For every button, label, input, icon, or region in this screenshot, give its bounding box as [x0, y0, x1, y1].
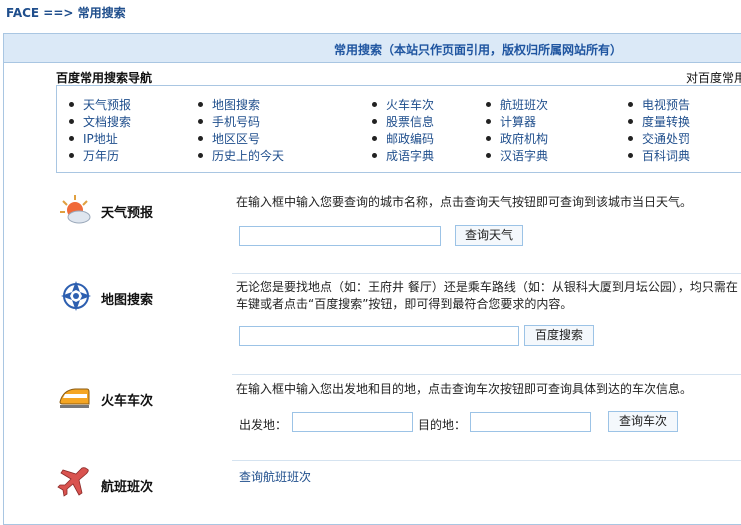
train-title: 火车车次 — [101, 394, 154, 409]
nav-link-flight[interactable]: 航班班次 — [486, 96, 548, 113]
nav-link-calculator[interactable]: 计算器 — [486, 113, 536, 130]
nav-link-mobile[interactable]: 手机号码 — [198, 113, 260, 130]
page-banner: 常用搜索（本站只作页面引用，版权归所属网站所有） — [4, 34, 741, 63]
map-icon — [61, 281, 91, 311]
bullet — [628, 153, 633, 158]
map-desc-line1: 无论您是要找地点（如：王府井 餐厅）还是乘车路线（如：从银科大厦到月坛公园），均… — [236, 280, 738, 294]
nav-link-calendar[interactable]: 万年历 — [69, 147, 119, 164]
nav-link-government[interactable]: 政府机构 — [486, 130, 548, 147]
bullet — [372, 102, 377, 107]
divider — [232, 460, 741, 461]
nav-title: 百度常用搜索导航 — [56, 71, 153, 85]
bullet — [628, 102, 633, 107]
banner-title: 常用搜索（本站只作页面引用，版权归所属网站所有） — [334, 43, 623, 57]
bullet — [372, 136, 377, 141]
bullet — [198, 102, 203, 107]
baidu-search-button[interactable]: 百度搜索 — [524, 325, 594, 346]
bullet — [486, 102, 491, 107]
nav-link-idiom[interactable]: 成语字典 — [372, 147, 434, 164]
bullet — [69, 153, 74, 158]
query-train-button[interactable]: 查询车次 — [608, 411, 678, 432]
nav-link-units[interactable]: 度量转换 — [628, 113, 690, 130]
bullet — [628, 136, 633, 141]
nav-box: 天气预报 文档搜索 IP地址 万年历 地图搜索 手机号码 地区区号 历史上的今天… — [56, 85, 741, 173]
nav-link-ip[interactable]: IP地址 — [69, 130, 118, 147]
from-input[interactable] — [292, 412, 413, 432]
map-desc-line2: 车键或者点击“百度搜索”按钮，即可得到最符合您要求的内容。 — [236, 297, 573, 311]
query-flight-link[interactable]: 查询航班班次 — [239, 468, 311, 485]
nav-link-train[interactable]: 火车车次 — [372, 96, 434, 113]
train-icon — [59, 388, 90, 408]
nav-link-postcode[interactable]: 邮政编码 — [372, 130, 434, 147]
nav-link-traffic[interactable]: 交通处罚 — [628, 130, 690, 147]
to-input[interactable] — [470, 412, 591, 432]
bullet — [198, 136, 203, 141]
weather-desc: 在输入框中输入您要查询的城市名称，点击查询天气按钮即可查询到该城市当日天气。 — [236, 195, 693, 209]
bullet — [198, 153, 203, 158]
bullet — [69, 119, 74, 124]
nav-link-map[interactable]: 地图搜索 — [198, 96, 260, 113]
bullet — [198, 119, 203, 124]
breadcrumb: FACE ==> 常用搜索 — [6, 6, 126, 20]
city-input[interactable] — [239, 226, 441, 246]
bullet — [486, 136, 491, 141]
query-weather-button[interactable]: 查询天气 — [455, 225, 523, 246]
nav-link-weather[interactable]: 天气预报 — [69, 96, 131, 113]
nav-link-docs[interactable]: 文档搜索 — [69, 113, 131, 130]
nav-link-chinese-dict[interactable]: 汉语字典 — [486, 147, 548, 164]
nav-link-stock[interactable]: 股票信息 — [372, 113, 434, 130]
bullet — [69, 136, 74, 141]
bullet — [628, 119, 633, 124]
nav-link-history[interactable]: 历史上的今天 — [198, 147, 284, 164]
map-search-input[interactable] — [239, 326, 519, 346]
bullet — [372, 119, 377, 124]
bullet — [372, 153, 377, 158]
bullet — [69, 102, 74, 107]
bullet — [486, 119, 491, 124]
nav-right-text: 对百度常用 — [686, 71, 741, 85]
to-label: 目的地： — [418, 418, 467, 432]
nav-link-encyclopedia[interactable]: 百科词典 — [628, 147, 690, 164]
flight-title: 航班班次 — [101, 480, 154, 495]
map-title: 地图搜索 — [101, 293, 154, 308]
weather-title: 天气预报 — [101, 206, 154, 221]
airplane-icon — [57, 467, 89, 497]
weather-icon — [60, 195, 91, 224]
divider — [232, 374, 741, 375]
bullet — [486, 153, 491, 158]
from-label: 出发地： — [239, 418, 288, 432]
nav-link-tv[interactable]: 电视预告 — [628, 96, 690, 113]
nav-link-areacode[interactable]: 地区区号 — [198, 130, 260, 147]
train-desc: 在输入框中输入您出发地和目的地，点击查询车次按钮即可查询具体到达的车次信息。 — [236, 382, 693, 396]
divider — [232, 273, 741, 274]
